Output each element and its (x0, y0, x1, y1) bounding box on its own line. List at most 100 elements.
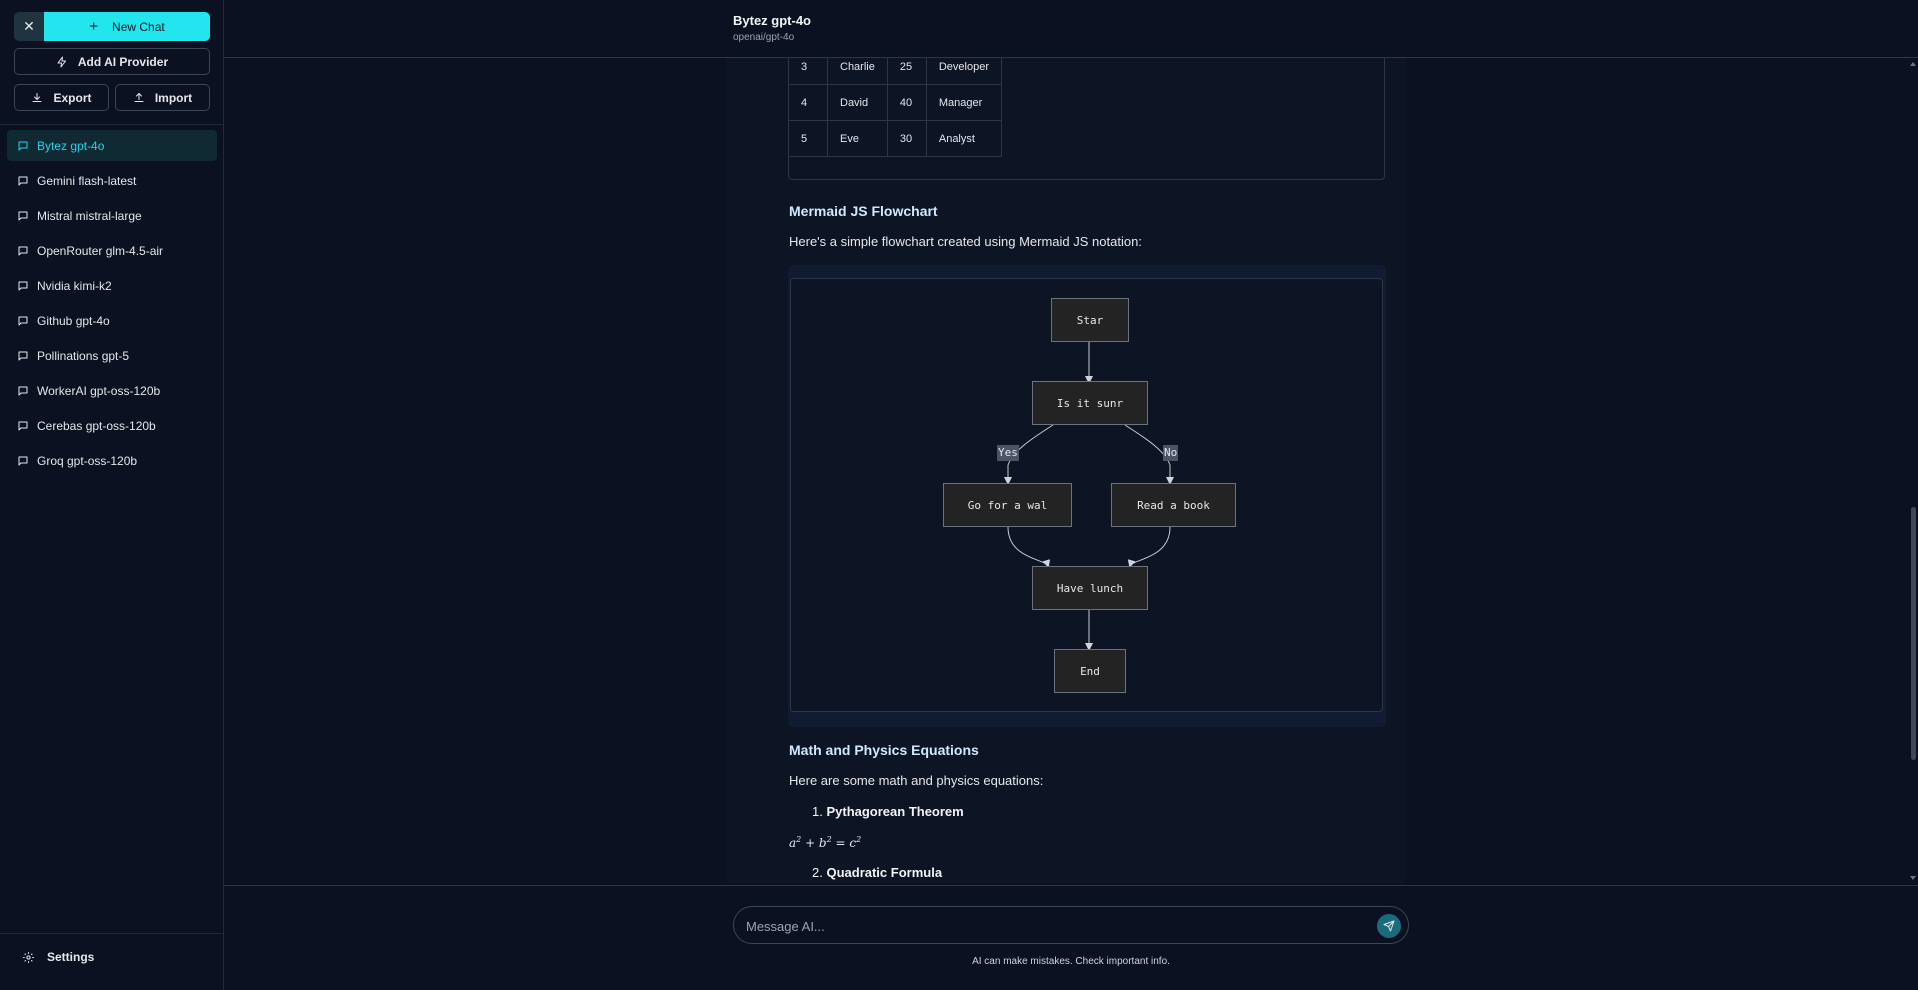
chat-list-item-label: Mistral mistral-large (37, 208, 142, 223)
chat-bubble-icon (17, 210, 29, 222)
composer-divider (224, 885, 1918, 886)
table-cell: 3 (789, 58, 828, 85)
chat-list-item-label: Github gpt-4o (37, 313, 110, 328)
edge-label-no: No (1163, 445, 1179, 461)
chat-bubble-icon (17, 455, 29, 467)
edge-walk-lunch (1007, 526, 1051, 568)
chat-list-item[interactable]: WorkerAI gpt-oss-120b (7, 375, 217, 406)
table-cell: Charlie (827, 58, 888, 85)
list-item-1: 1. Pythagorean Theorem (812, 804, 964, 819)
plus-icon: + (89, 18, 99, 35)
chat-list-item-label: Bytez gpt-4o (37, 138, 105, 153)
chat-list-item-label: Pollinations gpt-5 (37, 348, 130, 363)
sidebar-divider (0, 124, 223, 125)
mermaid-intro: Here's a simple flowchart created using … (789, 234, 1142, 249)
math-intro: Here are some math and physics equations… (789, 773, 1044, 788)
message-input[interactable] (744, 907, 1348, 945)
table-row: 3 Charlie 25 Developer (789, 58, 1003, 85)
message-composer (733, 906, 1409, 945)
send-button[interactable] (1377, 914, 1401, 938)
chat-list-item-label: Nvidia kimi-k2 (37, 278, 112, 293)
chat-list-item[interactable]: Cerebas gpt-oss-120b (7, 410, 217, 441)
data-table: 3 Charlie 25 Developer 4 David 40 Manager 5 Eve 30… (789, 58, 1003, 157)
chat-bubble-icon (17, 175, 29, 187)
flowchart: Star Is it sunr Yes No Go for a wal Read… (790, 278, 1383, 712)
upload-icon (133, 92, 145, 104)
new-chat-label: New Chat (112, 19, 165, 34)
disclaimer: AI can make mistakes. Check important in… (972, 956, 1170, 967)
add-ai-provider-label: Add AI Provider (77, 54, 169, 69)
close-icon: ✕ (23, 18, 35, 34)
chat-bubble-icon (17, 140, 29, 152)
chat-list-item[interactable]: Bytez gpt-4o (7, 130, 217, 161)
flow-node-book: Read a book (1111, 483, 1236, 527)
flow-node-end: End (1054, 649, 1126, 693)
pythagorean-equation: a2 + b2 = c2 (789, 835, 862, 850)
send-icon (1383, 920, 1395, 932)
edge-book-lunch (1127, 526, 1171, 568)
chat-list-item-label: Cerebas gpt-oss-120b (37, 418, 156, 433)
chat-bubble-icon (17, 350, 29, 362)
flow-node-start: Star (1051, 298, 1129, 342)
flow-node-question: Is it sunr (1032, 381, 1148, 425)
table-cell: 25 (886, 58, 927, 85)
table-row: 4 David 40 Manager (789, 84, 1003, 121)
list-item-2-title: Quadratic Formula (826, 865, 943, 880)
flow-node-walk: Go for a wal (943, 483, 1072, 527)
new-chat-button[interactable]: + New Chat (44, 12, 210, 41)
scroll-arrows (1910, 62, 1916, 880)
flow-node-lunch: Have lunch (1032, 566, 1148, 610)
chat-bubble-icon (17, 315, 29, 327)
chat-header: Bytez gpt-4o openai/gpt-4o (224, 0, 1918, 58)
model-id: openai/gpt-4o (733, 32, 795, 43)
export-label: Export (53, 90, 92, 105)
add-ai-provider-button[interactable]: Add AI Provider (14, 48, 210, 75)
list-item-2-number: 2. (812, 865, 823, 880)
table-cell: Developer (925, 58, 1003, 85)
sidebar: ✕ + New Chat Add AI Provider Export Impo… (0, 0, 224, 990)
chat-title: Bytez gpt-4o (733, 13, 811, 28)
chat-list: Bytez gpt-4o Gemini flash-latest Mistral m… (7, 130, 217, 480)
export-button[interactable]: Export (14, 84, 109, 111)
close-sidebar-button[interactable]: ✕ (14, 12, 44, 41)
chat-list-item[interactable]: Nvidia kimi-k2 (7, 270, 217, 301)
table-row: 5 Eve 30 Analyst (789, 120, 1003, 157)
table-cell: 30 (886, 120, 927, 157)
table-cell: David (827, 84, 888, 121)
table-cell: Eve (827, 120, 888, 157)
import-button[interactable]: Import (115, 84, 210, 111)
chat-bubble-icon (17, 245, 29, 257)
chat-list-item-label: Gemini flash-latest (37, 173, 137, 188)
table-cell: Manager (925, 84, 1003, 121)
chat-list-item[interactable]: Pollinations gpt-5 (7, 340, 217, 371)
table-cell: 5 (789, 120, 828, 157)
scrollbar-thumb[interactable] (1911, 507, 1916, 760)
table-cell: 40 (886, 84, 927, 121)
chat-list-item[interactable]: Mistral mistral-large (7, 200, 217, 231)
math-heading: Math and Physics Equations (789, 742, 979, 758)
chat-bubble-icon (17, 420, 29, 432)
table-cell: Analyst (925, 120, 1003, 157)
scrollbar-track[interactable] (1908, 58, 1918, 884)
chat-list-item-label: WorkerAI gpt-oss-120b (37, 383, 161, 398)
chat-list-item[interactable]: Groq gpt-oss-120b (7, 445, 217, 476)
import-label: Import (154, 90, 193, 105)
data-table-container: 3 Charlie 25 Developer 4 David 40 Manager 5 Eve 30… (788, 58, 1385, 180)
list-item-2: 2. Quadratic Formula (812, 865, 942, 880)
table-cell: 4 (789, 84, 828, 121)
lightning-icon (56, 56, 68, 68)
chat-list-item[interactable]: OpenRouter glm-4.5-air (7, 235, 217, 266)
message-area[interactable]: 3 Charlie 25 Developer 4 David 40 Manager 5 Eve 30… (727, 58, 1406, 884)
chat-list-item[interactable]: Github gpt-4o (7, 305, 217, 336)
chat-list-item-label: Groq gpt-oss-120b (37, 453, 138, 468)
mermaid-heading: Mermaid JS Flowchart (789, 203, 938, 219)
chat-bubble-icon (17, 280, 29, 292)
chat-list-item-label: OpenRouter glm-4.5-air (37, 243, 164, 258)
list-item-1-title: Pythagorean Theorem (826, 804, 964, 819)
list-item-1-number: 1. (812, 804, 823, 819)
download-icon (31, 92, 43, 104)
chat-list-item[interactable]: Gemini flash-latest (7, 165, 217, 196)
chat-bubble-icon (17, 385, 29, 397)
flowchart-edges (1004, 341, 1174, 651)
sidebar-bottom-divider (0, 933, 223, 934)
